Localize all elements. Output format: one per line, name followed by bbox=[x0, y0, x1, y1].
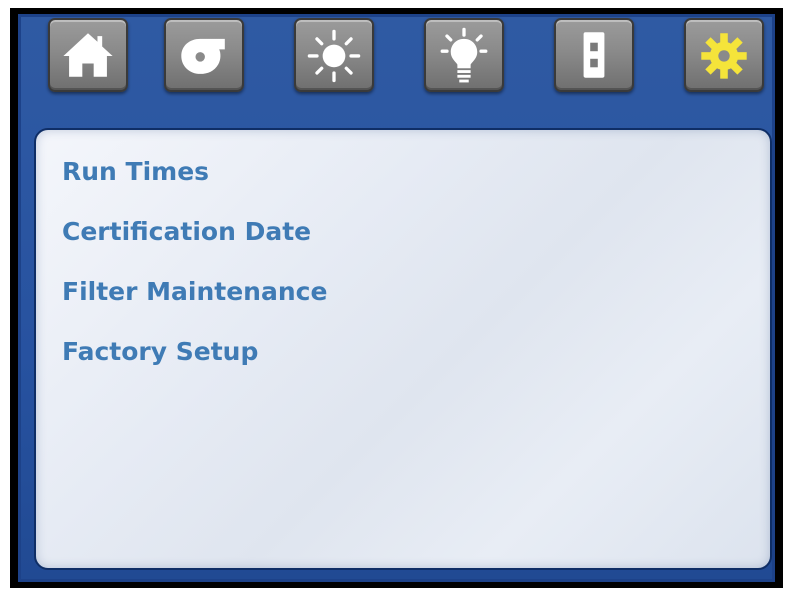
nav-light-button[interactable] bbox=[424, 18, 504, 92]
nav-outlet-button[interactable] bbox=[554, 18, 634, 92]
settings-menu-list: Run Times Certification Date Filter Main… bbox=[62, 148, 327, 388]
menu-item-factory-setup[interactable]: Factory Setup bbox=[62, 328, 327, 388]
settings-menu-panel: Run Times Certification Date Filter Main… bbox=[34, 128, 772, 570]
gear-icon bbox=[701, 33, 747, 79]
nav-sun-button[interactable] bbox=[294, 18, 374, 92]
menu-item-certification-date[interactable]: Certification Date bbox=[62, 208, 327, 268]
outlet-icon bbox=[583, 32, 605, 78]
home-icon bbox=[63, 33, 113, 77]
nav-fan-button[interactable] bbox=[164, 18, 244, 92]
light-bulb-icon bbox=[440, 27, 488, 83]
menu-item-filter-maintenance[interactable]: Filter Maintenance bbox=[62, 268, 327, 328]
blower-fan-icon bbox=[181, 38, 225, 74]
nav-settings-button[interactable] bbox=[684, 18, 764, 92]
sun-icon bbox=[307, 29, 361, 83]
top-navigation-bar bbox=[18, 2, 775, 112]
menu-item-run-times[interactable]: Run Times bbox=[62, 148, 327, 208]
nav-home-button[interactable] bbox=[48, 18, 128, 92]
